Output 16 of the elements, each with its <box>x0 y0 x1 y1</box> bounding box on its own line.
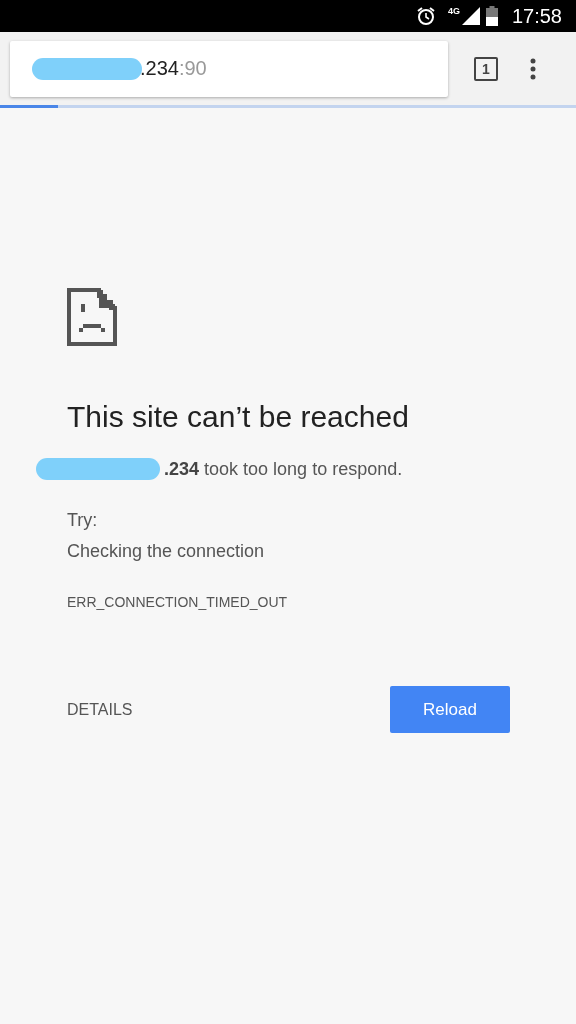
details-button[interactable]: DETAILS <box>67 700 133 719</box>
network-type: 4G <box>447 6 460 16</box>
try-label: Try: <box>67 510 99 531</box>
clock-time: 17:58 <box>511 4 562 28</box>
reload-button[interactable]: Reload <box>390 686 510 733</box>
error-code: ERR_CONNECTION_TIMED_OUT <box>67 594 289 610</box>
more-vertical-icon <box>530 57 536 80</box>
signal-icon <box>461 7 480 25</box>
sad-document-icon <box>67 288 117 346</box>
address-bar[interactable]: .234:90 <box>10 40 448 97</box>
tab-switcher-button[interactable]: 1 <box>474 56 498 81</box>
battery-icon <box>485 6 498 26</box>
error-title: This site can’t be reached <box>67 400 410 434</box>
alarm-clock-icon <box>415 6 436 26</box>
error-message: .234 took too long to respond. <box>164 458 403 480</box>
suggestion-text: Checking the connection <box>67 541 266 562</box>
